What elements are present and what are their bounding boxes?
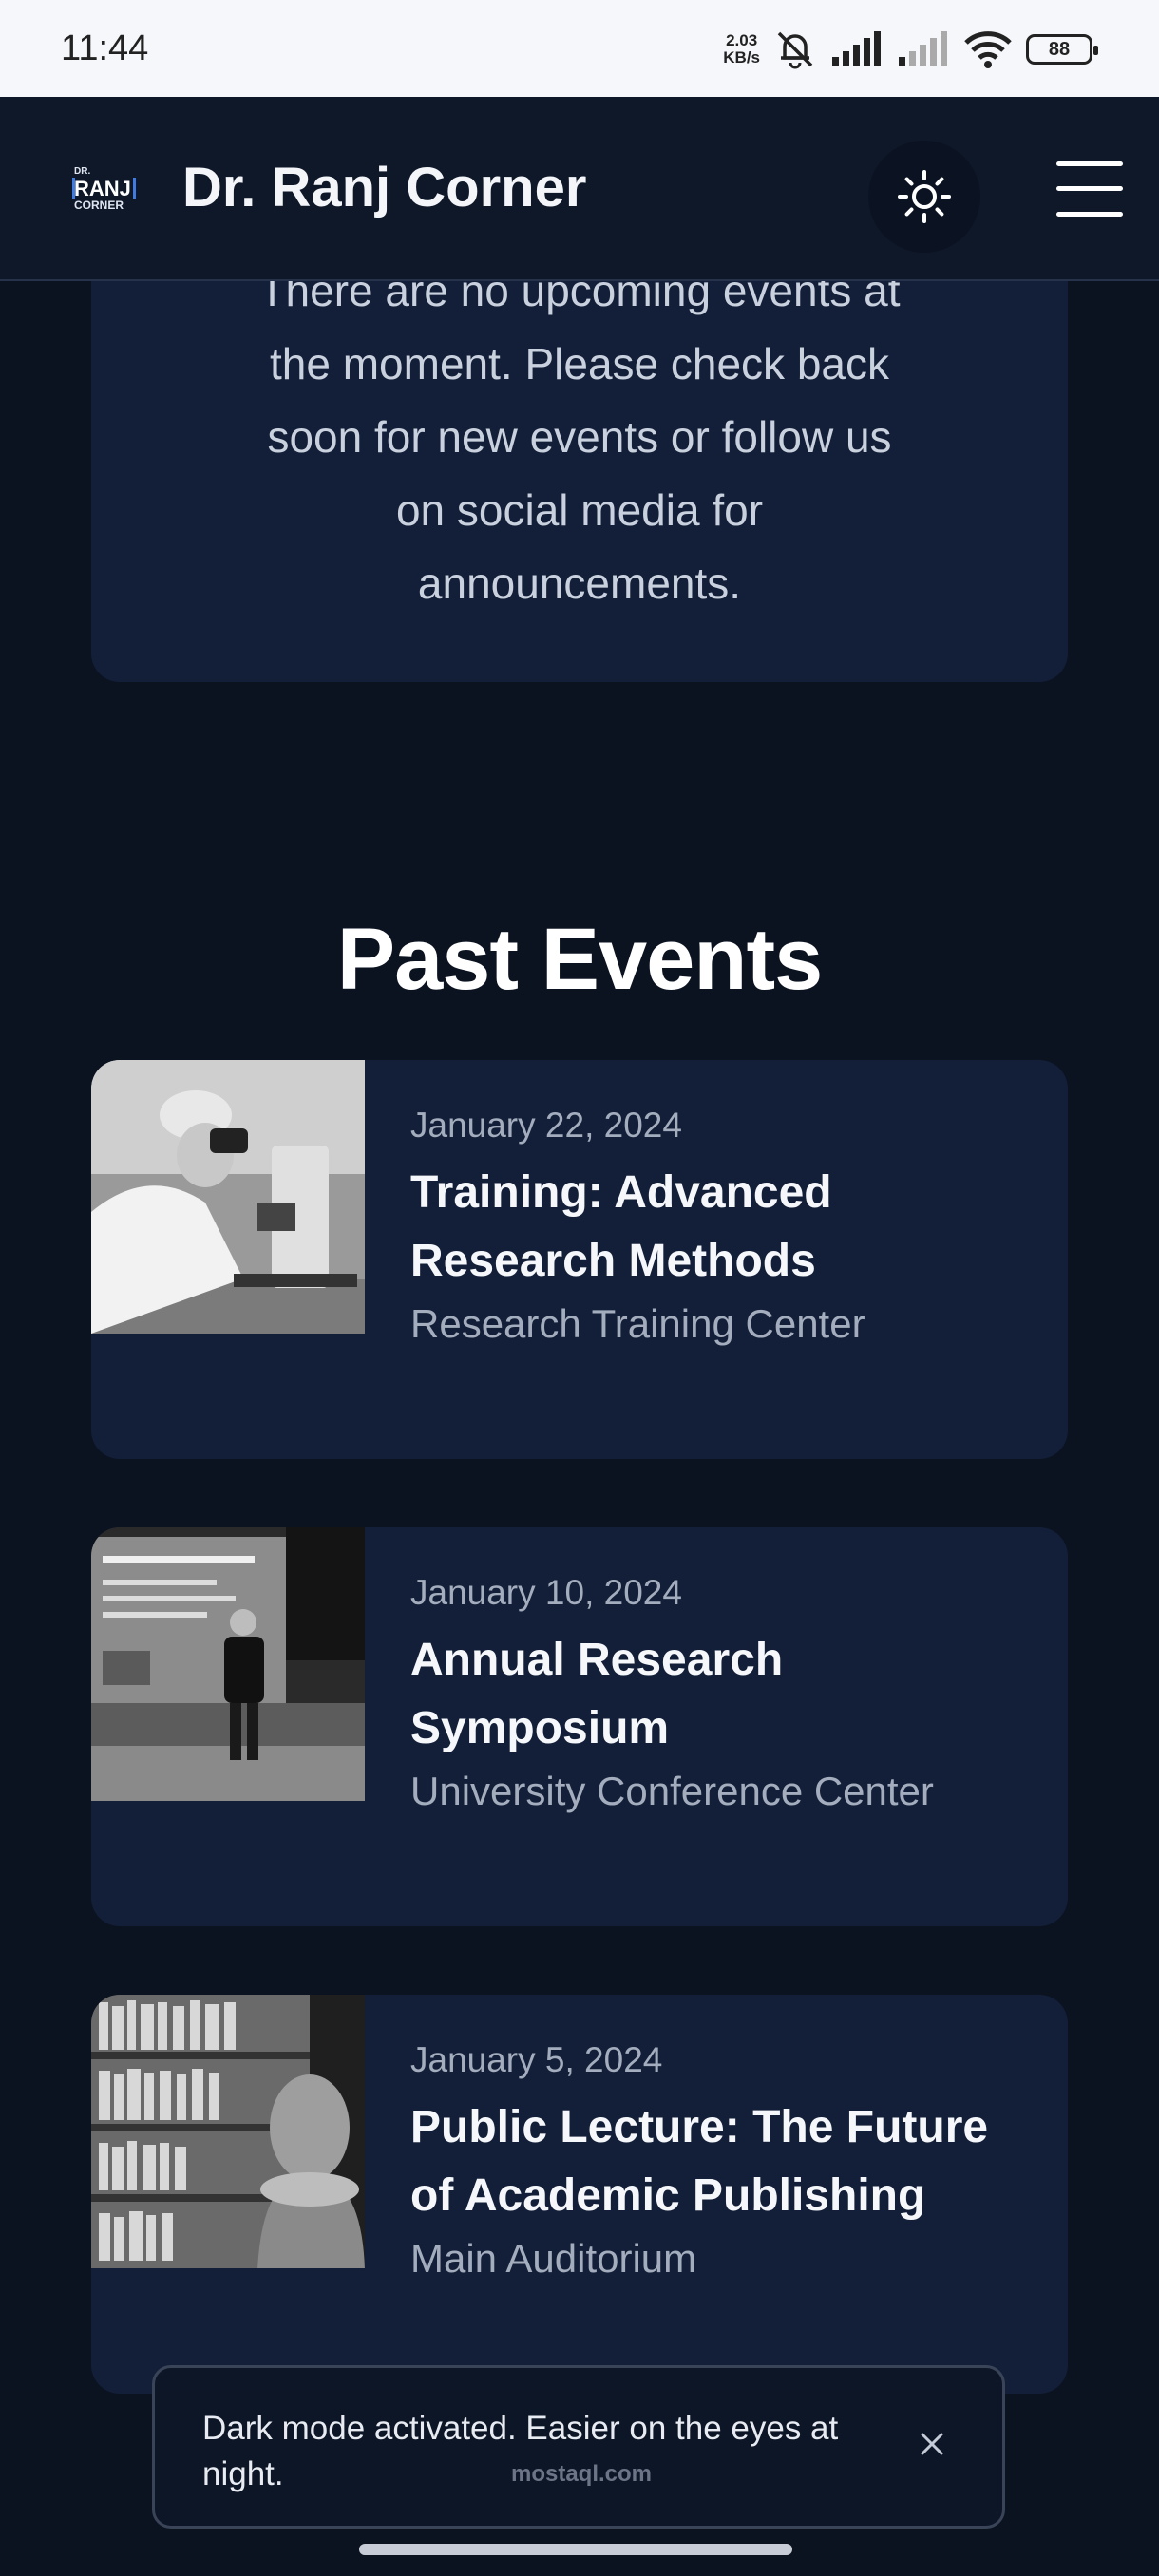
battery-indicator: 88 [1026,34,1098,65]
x-icon [921,2433,943,2455]
event-title[interactable]: Annual Research Symposium [410,1626,1037,1763]
event-card[interactable]: January 5, 2024 Public Lecture: The Futu… [91,1995,1068,2394]
status-time: 11:44 [61,28,149,68]
event-info: January 10, 2024 Annual Research Symposi… [410,1573,1037,1814]
svg-text:DR.: DR. [74,166,90,177]
event-info: January 5, 2024 Public Lecture: The Futu… [410,2040,1037,2282]
past-events-heading: Past Events [336,911,824,1008]
app-header: DR. RANJ CORNER Dr. Ranj Corner [0,97,1159,281]
site-title[interactable]: Dr. Ranj Corner [182,156,586,219]
event-card[interactable]: January 22, 2024 Training: Advanced Rese… [91,1060,1068,1459]
event-image-library [91,1995,365,2268]
svg-text:RANJ: RANJ [74,177,131,200]
event-image-symposium [91,1527,365,1801]
status-bar: 11:44 2.03 KB/s 88 [0,0,1159,97]
event-venue: Main Auditorium [410,2236,697,2281]
signal-icon [832,31,881,66]
event-venue: Research Training Center [410,1301,865,1346]
home-indicator[interactable] [359,2544,792,2555]
site-logo[interactable]: DR. RANJ CORNER [72,163,141,213]
watermark: mostaql.com [510,2461,653,2487]
theme-toggle-button[interactable] [868,141,980,253]
event-info: January 22, 2024 Training: Advanced Rese… [410,1106,1037,1347]
wifi-icon [964,31,1012,68]
event-card[interactable]: January 10, 2024 Annual Research Symposi… [91,1527,1068,1926]
hamburger-menu-icon[interactable] [1054,158,1125,220]
event-date: January 22, 2024 [410,1106,682,1145]
event-venue: University Conference Center [410,1769,934,1813]
event-date: January 10, 2024 [410,1573,682,1612]
no-events-message: There are no upcoming events at the mome… [258,266,901,608]
event-date: January 5, 2024 [410,2040,663,2079]
signal-weak-icon [899,31,947,66]
muted-bell-icon [777,31,813,69]
status-icons: 2.03 KB/s 88 [723,27,1098,72]
close-icon[interactable] [913,2425,951,2463]
svg-text:CORNER: CORNER [74,199,124,212]
event-image-lab [91,1060,365,1334]
event-title[interactable]: Training: Advanced Research Methods [410,1159,1037,1296]
dark-mode-toast: Dark mode activated. Easier on the eyes … [152,2365,1005,2529]
network-speed: 2.03 KB/s [723,31,760,66]
event-title[interactable]: Public Lecture: The Future of Academic P… [410,2093,1037,2230]
sun-icon [898,170,951,223]
